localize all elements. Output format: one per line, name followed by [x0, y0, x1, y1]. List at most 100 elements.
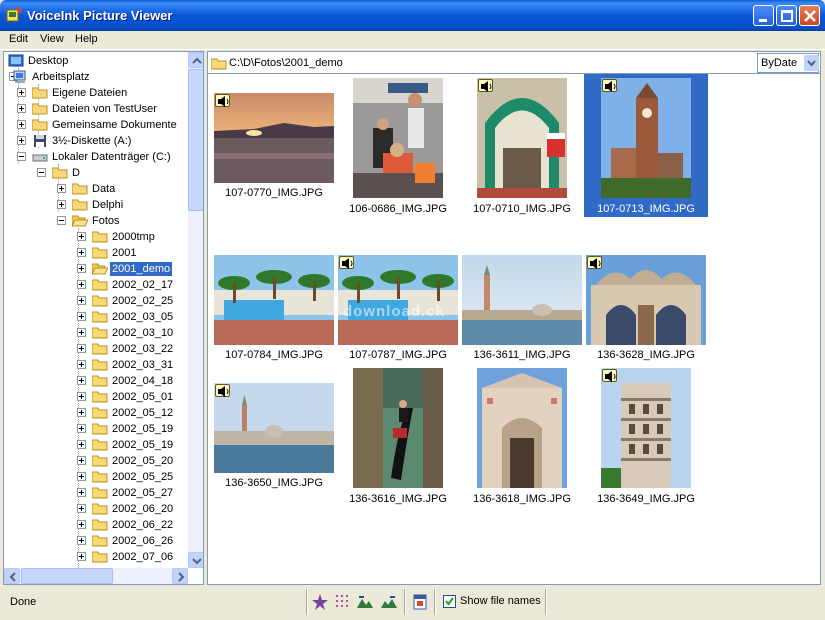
expand-toggle[interactable] — [77, 504, 86, 513]
close-button[interactable] — [799, 5, 820, 26]
maximize-button[interactable] — [776, 5, 797, 26]
tree-item-label: Dateien von TestUser — [52, 103, 157, 115]
rotate-right-button[interactable] — [380, 593, 398, 611]
thumbnail-item[interactable]: 107-0787_IMG.JPG — [336, 236, 460, 364]
expand-toggle[interactable] — [77, 552, 86, 561]
dropdown-button[interactable] — [804, 55, 819, 71]
thumbnail-item[interactable]: 136-3628_IMG.JPG — [584, 236, 708, 364]
minimize-button[interactable] — [753, 5, 774, 26]
menu-help[interactable]: Help — [75, 33, 98, 45]
scroll-up-button[interactable] — [188, 52, 203, 68]
expand-toggle[interactable] — [77, 312, 86, 321]
tree-item-label: 2000tmp — [112, 231, 155, 243]
expand-toggle[interactable] — [77, 344, 86, 353]
folder-icon — [32, 103, 48, 115]
audio-note-badge[interactable] — [215, 94, 230, 107]
expand-toggle[interactable] — [77, 440, 86, 449]
audio-note-badge[interactable] — [587, 256, 602, 269]
folder-tree[interactable]: Desktop Arbeitsplatz Eigene Dateien Dateien… — [3, 51, 204, 585]
thumbnail-item[interactable]: 107-0784_IMG.JPG — [212, 236, 336, 364]
expand-toggle[interactable] — [77, 296, 86, 305]
rotate-left-button[interactable] — [356, 593, 374, 611]
tree-item-label: 2002_05_19 — [112, 439, 174, 451]
thumbnail-item[interactable]: 107-0713_IMG.JPG — [584, 74, 708, 217]
speaker-icon — [218, 386, 229, 397]
expand-toggle[interactable] — [77, 536, 86, 545]
expand-toggle[interactable] — [77, 424, 86, 433]
folder-icon — [92, 375, 108, 387]
expand-toggle[interactable] — [77, 488, 86, 497]
tree-horizontal-scrollbar[interactable] — [4, 568, 188, 584]
thumbnail-item[interactable]: 106-0686_IMG.JPG — [336, 74, 460, 217]
expand-toggle[interactable] — [77, 328, 86, 337]
expand-toggle[interactable] — [77, 264, 86, 273]
expand-toggle[interactable] — [17, 120, 26, 129]
title-bar[interactable]: VoiceInk Picture Viewer — [0, 0, 825, 31]
show-file-names-label[interactable]: Show file names — [460, 595, 541, 607]
collapse-toggle[interactable] — [17, 152, 26, 161]
expand-toggle[interactable] — [77, 360, 86, 369]
chevron-down-icon — [192, 558, 202, 565]
menu-view[interactable]: View — [40, 33, 64, 45]
expand-toggle[interactable] — [77, 392, 86, 401]
folder-icon — [92, 295, 108, 307]
thumbnail-item[interactable]: 107-0710_IMG.JPG — [460, 74, 584, 217]
expand-toggle[interactable] — [17, 104, 26, 113]
show-file-names-checkbox[interactable] — [443, 595, 456, 608]
thumbnail-item[interactable]: 136-3611_IMG.JPG — [460, 236, 584, 364]
scroll-right-button[interactable] — [172, 568, 188, 584]
collapse-toggle[interactable] — [37, 168, 46, 177]
photo-thumbnail — [214, 93, 334, 183]
audio-note-badge[interactable] — [215, 384, 230, 397]
expand-toggle[interactable] — [77, 408, 86, 417]
expand-toggle[interactable] — [77, 232, 86, 241]
folder-icon — [72, 183, 88, 195]
grid-icon — [336, 595, 348, 607]
folder-icon — [92, 487, 108, 499]
folder-icon — [92, 535, 108, 547]
thumbnail-item[interactable]: 136-3618_IMG.JPG — [460, 364, 584, 507]
file-name-caption: 136-3618_IMG.JPG — [473, 493, 571, 505]
current-path: C:\D\Fotos\2001_demo — [229, 57, 343, 69]
thumbnail-item[interactable]: 107-0770_IMG.JPG — [212, 74, 336, 217]
folder-icon — [92, 247, 108, 259]
scroll-thumb[interactable] — [188, 69, 203, 211]
expand-toggle[interactable] — [17, 88, 26, 97]
scroll-left-button[interactable] — [4, 568, 20, 584]
scroll-thumb-horizontal[interactable] — [21, 568, 113, 584]
tree-item-label: 2002_06_22 — [112, 519, 174, 531]
expand-toggle[interactable] — [77, 280, 86, 289]
audio-note-badge[interactable] — [602, 79, 617, 92]
expand-toggle[interactable] — [77, 248, 86, 257]
tree-item-label: 3½-Diskette (A:) — [52, 135, 132, 147]
expand-toggle[interactable] — [77, 456, 86, 465]
menu-edit[interactable]: Edit — [9, 33, 28, 45]
tree-vertical-scrollbar[interactable] — [188, 52, 203, 568]
expand-toggle[interactable] — [77, 472, 86, 481]
star-button[interactable] — [311, 593, 329, 611]
calendar-button[interactable] — [411, 593, 429, 611]
expand-toggle[interactable] — [17, 136, 26, 145]
floppy-icon — [34, 135, 46, 147]
close-icon — [804, 10, 816, 22]
audio-note-badge[interactable] — [478, 79, 493, 92]
file-name-caption: 136-3649_IMG.JPG — [597, 493, 695, 505]
expand-toggle[interactable] — [57, 184, 66, 193]
thumbnail-item[interactable]: 136-3616_IMG.JPG — [336, 364, 460, 507]
folder-icon — [92, 327, 108, 339]
folder-icon — [92, 519, 108, 531]
audio-note-badge[interactable] — [602, 369, 617, 382]
sort-dropdown[interactable]: ByDate — [757, 53, 819, 73]
thumbnail-item[interactable]: 136-3649_IMG.JPG — [584, 364, 708, 507]
tree-item-label: 2002_04_18 — [112, 375, 174, 387]
tree-item-label: 2001 — [112, 247, 137, 259]
grid-button[interactable] — [334, 593, 352, 611]
thumbnail-gallery[interactable]: 107-0770_IMG.JPG 106-0686_IMG.JPG 107-0710… — [207, 74, 821, 585]
scroll-down-button[interactable] — [188, 552, 203, 568]
thumbnail-item[interactable]: 136-3650_IMG.JPG — [212, 364, 336, 507]
audio-note-badge[interactable] — [339, 256, 354, 269]
collapse-toggle[interactable] — [57, 216, 66, 225]
expand-toggle[interactable] — [77, 520, 86, 529]
expand-toggle[interactable] — [77, 376, 86, 385]
expand-toggle[interactable] — [57, 200, 66, 209]
